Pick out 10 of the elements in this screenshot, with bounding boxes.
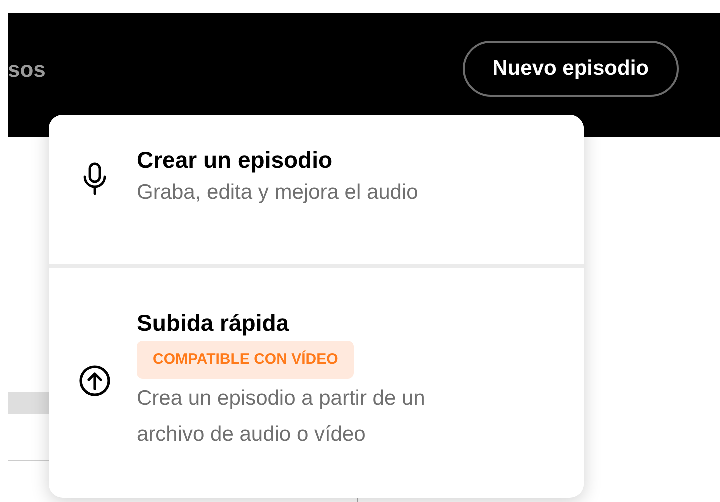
menu-item[interactable]: Subida rápida COMPATIBLE CON VÍDEO Crea un episodio a partir de un archivo de audio o vídeo <box>49 268 584 494</box>
menu-item-description: Crea un episodio a partir de un archivo de audio o vídeo <box>137 386 426 448</box>
new-episode-button[interactable]: Nuevo episodio <box>462 41 679 97</box>
menu-item-title: Crear un episodio <box>137 146 334 175</box>
upload-icon <box>79 365 111 397</box>
video-badge: COMPATIBLE CON VÍDEO <box>137 340 354 380</box>
nav-link[interactable]: sos <box>8 52 46 86</box>
menu-item[interactable]: Crear un episodio Graba, edita y mejora el audio <box>49 115 584 268</box>
menu-item-description: Graba, edita y mejora el audio <box>137 180 420 206</box>
menu-item-title: Subida rápida <box>137 308 290 338</box>
